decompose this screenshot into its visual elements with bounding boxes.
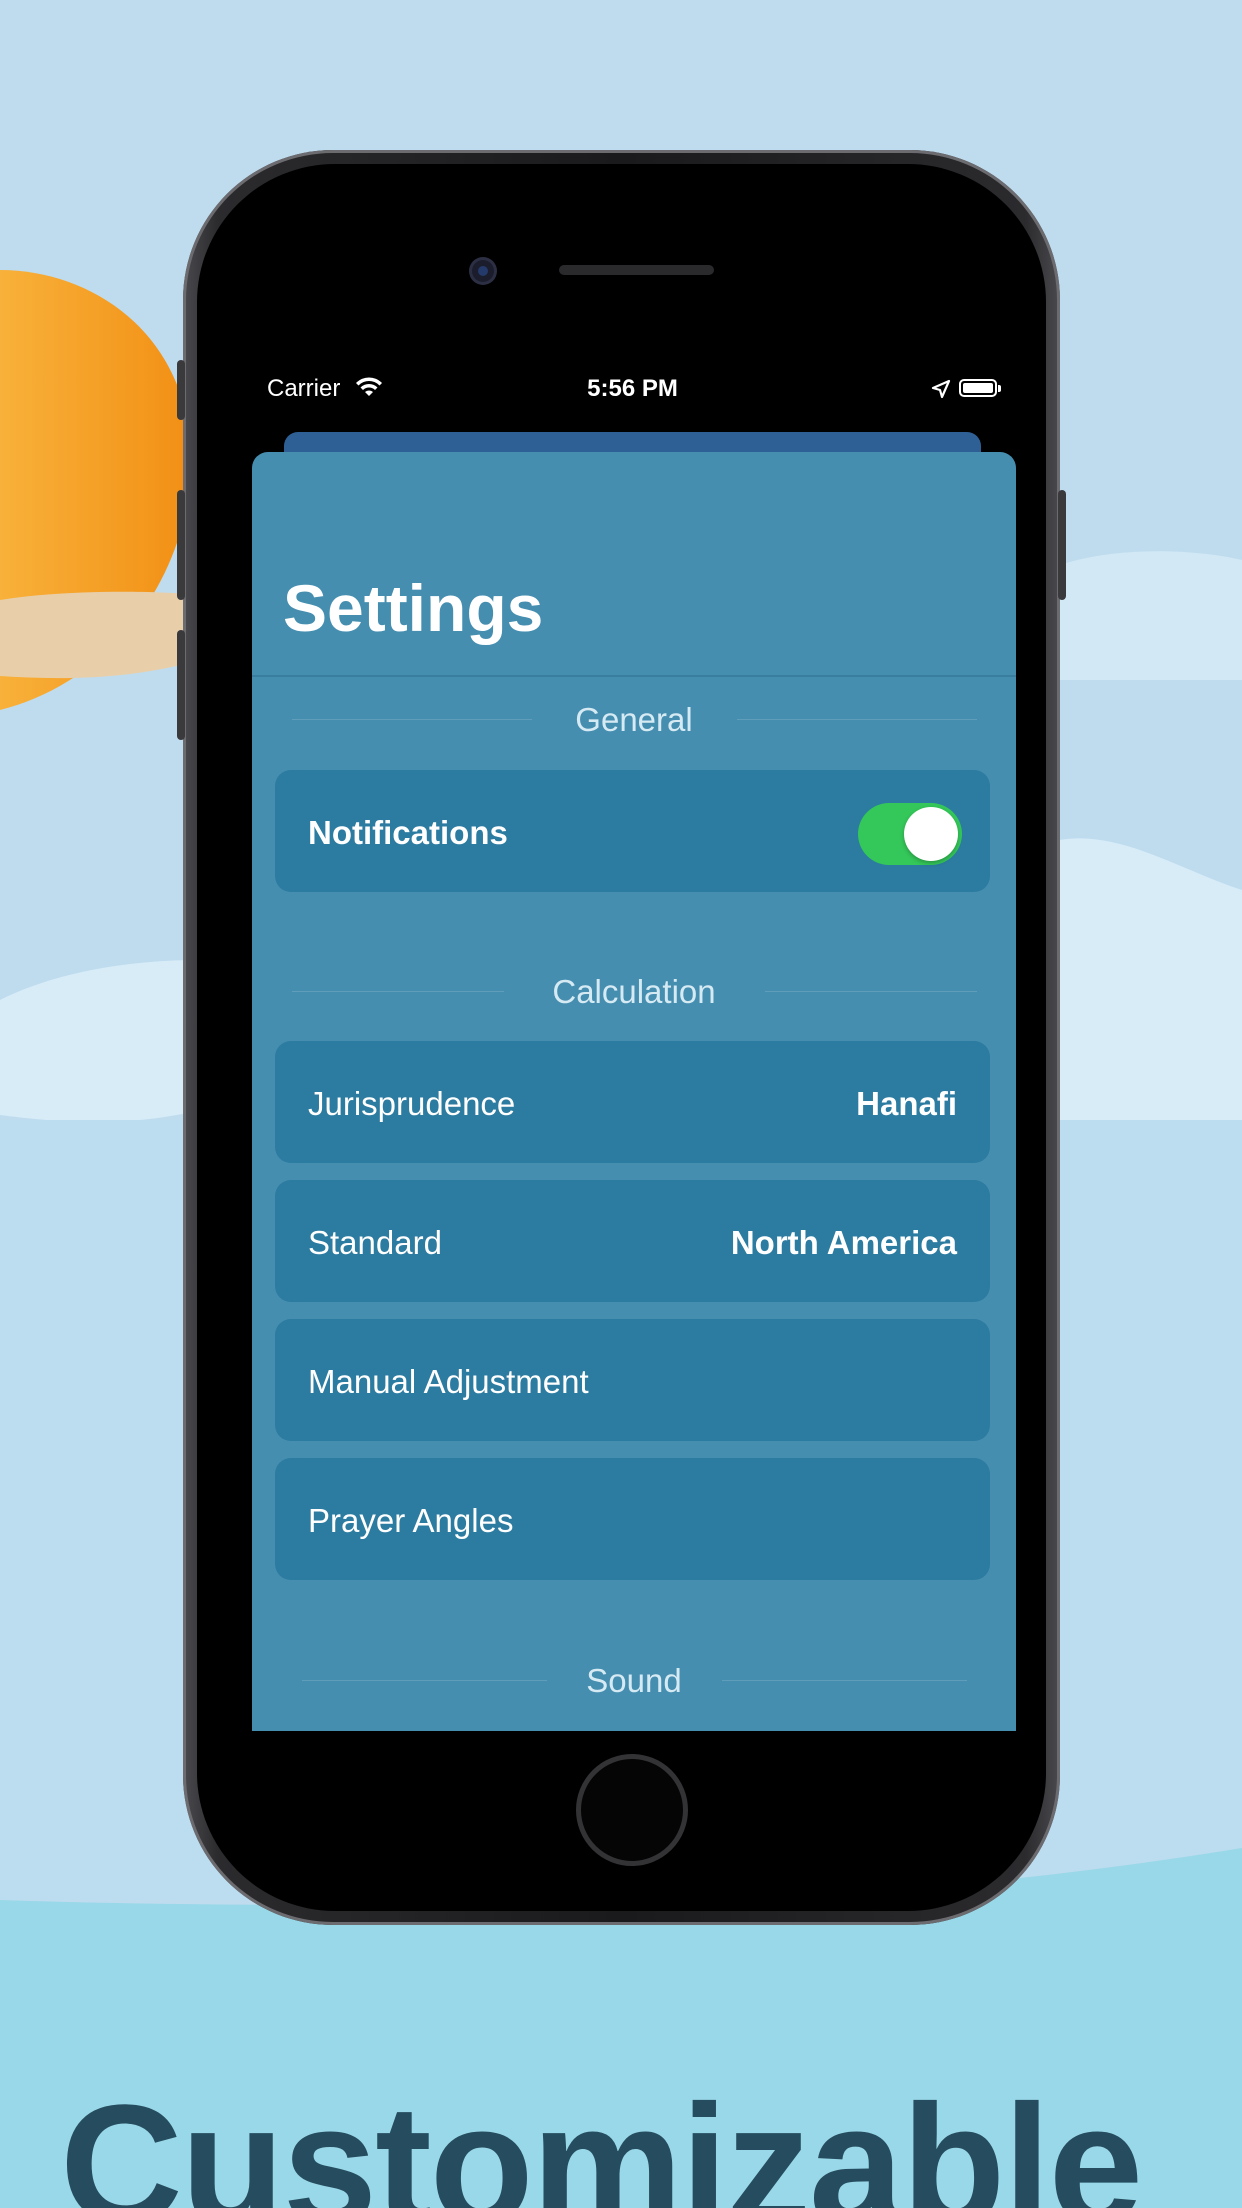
volume-up-button [177, 490, 185, 600]
section-header-sound: Sound [252, 1660, 1016, 1700]
phone-face: Carrier 5:56 PM Settings General Notific… [197, 164, 1046, 1911]
prayer-angles-row[interactable]: Prayer Angles [275, 1458, 990, 1580]
status-bar: Carrier 5:56 PM [249, 367, 1016, 407]
power-button [1058, 490, 1066, 600]
standard-value: North America [730, 1224, 957, 1261]
jurisprudence-value: Hanafi [856, 1085, 957, 1122]
section-label-sound: Sound [586, 1662, 682, 1699]
status-time: 5:56 PM [587, 375, 678, 402]
page-title: Settings [283, 571, 544, 645]
phone-mockup: Carrier 5:56 PM Settings General Notific… [177, 150, 1066, 1925]
location-arrow-icon [931, 378, 951, 406]
title-divider [252, 675, 1016, 677]
settings-sheet: Settings General Notifications Calculati… [252, 452, 1016, 1731]
section-header-calculation: Calculation [252, 971, 1016, 1011]
volume-down-button [177, 630, 185, 740]
notifications-toggle[interactable] [858, 803, 962, 865]
earpiece-speaker [559, 265, 714, 275]
section-header-general: General [252, 699, 1016, 739]
section-label-general: General [575, 701, 693, 738]
silent-switch [177, 360, 185, 420]
jurisprudence-row[interactable]: Jurisprudence Hanafi [275, 1041, 990, 1163]
manual-adjustment-label: Manual Adjustment [308, 1363, 589, 1400]
home-button[interactable] [576, 1754, 688, 1866]
front-camera [472, 260, 494, 282]
prayer-angles-label: Prayer Angles [308, 1502, 514, 1539]
notifications-row[interactable]: Notifications [275, 770, 990, 892]
manual-adjustment-row[interactable]: Manual Adjustment [275, 1319, 990, 1441]
standard-row[interactable]: Standard North America [275, 1180, 990, 1302]
standard-label: Standard [308, 1224, 442, 1261]
toggle-knob [904, 807, 958, 861]
section-label-calculation: Calculation [552, 973, 716, 1010]
battery-icon [959, 379, 1001, 397]
promo-headline: Customizable [60, 2070, 1143, 2208]
phone-screen: Carrier 5:56 PM Settings General Notific… [249, 367, 1016, 1731]
notifications-label: Notifications [308, 814, 508, 851]
jurisprudence-label: Jurisprudence [308, 1085, 516, 1122]
